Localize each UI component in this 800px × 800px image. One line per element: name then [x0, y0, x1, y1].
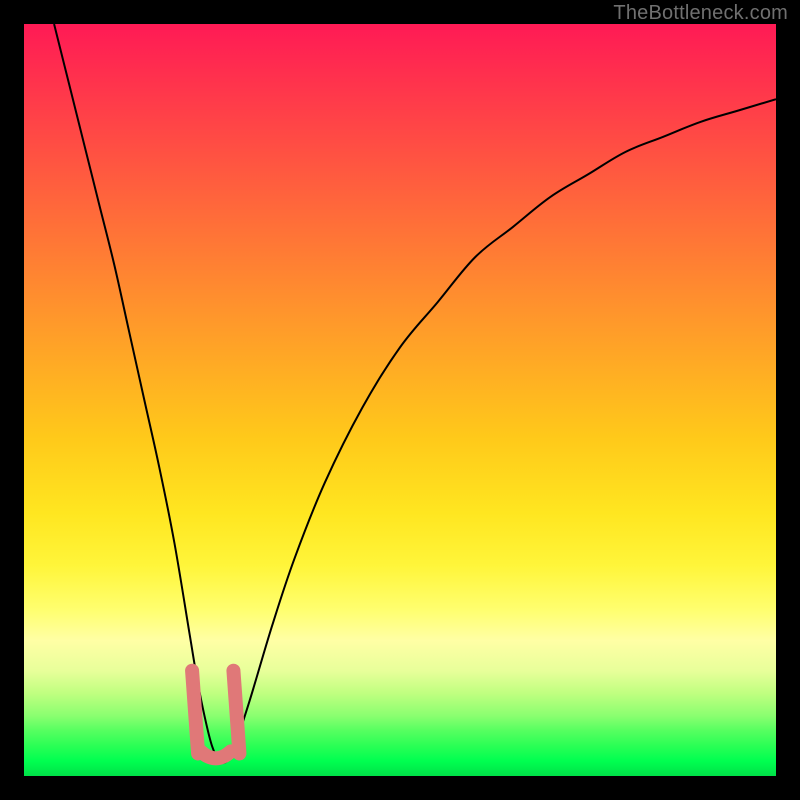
bottleneck-curve	[54, 24, 776, 763]
chart-frame: TheBottleneck.com	[0, 0, 800, 800]
pink-highlight-bottom	[201, 751, 231, 758]
plot-area	[24, 24, 776, 776]
pink-highlight-left	[192, 671, 198, 754]
pink-highlight-group	[192, 671, 239, 759]
curve-layer	[24, 24, 776, 776]
pink-highlight-right	[233, 671, 239, 754]
watermark-text: TheBottleneck.com	[613, 2, 788, 25]
